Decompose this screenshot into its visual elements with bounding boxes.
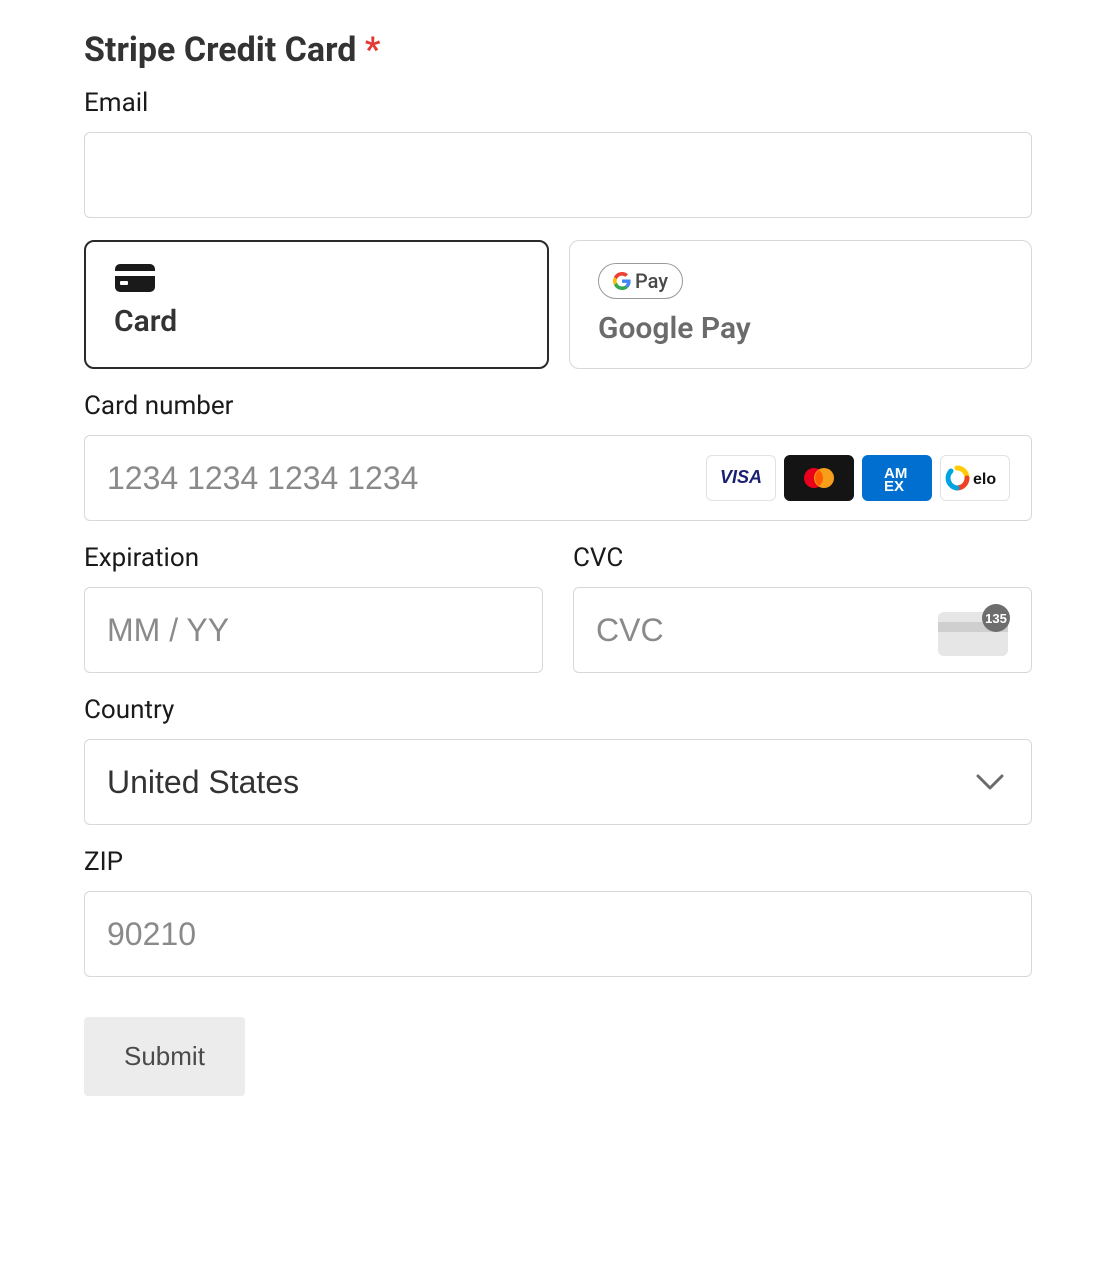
- svg-text:VISA: VISA: [720, 469, 762, 487]
- email-label: Email: [84, 88, 1032, 118]
- card-method-label: Card: [114, 304, 519, 339]
- amex-badge: AM EX: [862, 455, 932, 501]
- required-asterisk: *: [365, 30, 380, 70]
- gpay-text: Pay: [635, 269, 668, 293]
- country-select[interactable]: United States: [84, 739, 1032, 825]
- card-brand-row: VISA AM EX elo: [706, 455, 1010, 501]
- cvc-label: CVC: [573, 543, 1032, 573]
- mastercard-badge: [784, 455, 854, 501]
- visa-badge: VISA: [706, 455, 776, 501]
- cardnumber-label: Card number: [84, 391, 1032, 421]
- expiration-input[interactable]: [84, 587, 543, 673]
- zip-label: ZIP: [84, 847, 1032, 877]
- payment-method-googlepay[interactable]: Pay Google Pay: [569, 240, 1032, 369]
- svg-text:135: 135: [985, 611, 1007, 626]
- expiration-label: Expiration: [84, 543, 543, 573]
- gpay-pill: Pay: [598, 263, 683, 299]
- credit-card-icon: [114, 264, 156, 292]
- svg-text:elo: elo: [973, 471, 996, 488]
- google-g-icon: [613, 272, 631, 290]
- heading-text: Stripe Credit Card: [84, 30, 356, 70]
- form-heading: Stripe Credit Card *: [84, 30, 1032, 70]
- elo-badge: elo: [940, 455, 1010, 501]
- zip-input[interactable]: [84, 891, 1032, 977]
- submit-button[interactable]: Submit: [84, 1017, 245, 1096]
- cvc-hint-icon: 135: [938, 604, 1014, 656]
- email-input[interactable]: [84, 132, 1032, 218]
- googlepay-method-label: Google Pay: [598, 311, 1003, 346]
- payment-method-card[interactable]: Card: [84, 240, 549, 369]
- svg-text:EX: EX: [884, 478, 904, 495]
- country-label: Country: [84, 695, 1032, 725]
